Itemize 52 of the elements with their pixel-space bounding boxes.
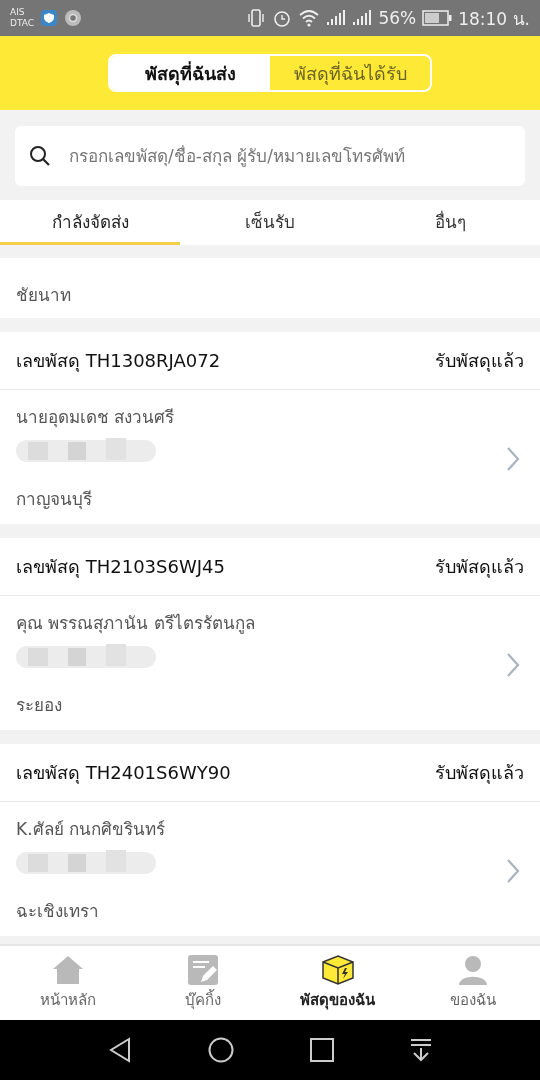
province-text: ฉะเชิงเทรา (16, 900, 100, 923)
nav-item[interactable]: บุ๊คกิ้ง (135, 946, 270, 1020)
alarm-icon (272, 8, 293, 28)
vibrate-icon (246, 8, 267, 28)
carrier-label: DTAC (10, 18, 34, 29)
parcel-card[interactable]: เลขพัสดุ TH1308RJA072 รับพัสดุแล้ว นายอุดมเดช สงวนศรี กาญจนบุรี (0, 332, 540, 524)
nav-item[interactable]: ของฉัน (405, 946, 540, 1020)
search-input[interactable]: กรอกเลขพัสดุ/ชื่อ-สกุล ผู้รับ/หมายเลขโทรศัพท์ (67, 145, 511, 167)
nav-item[interactable]: พัสดุของฉัน (270, 946, 405, 1020)
browser-icon (64, 9, 82, 27)
back-button[interactable] (108, 1037, 132, 1063)
recipient-name: K.ศัลย์ กนกศิขรินทร์ (16, 818, 166, 841)
search-field[interactable]: กรอกเลขพัสดุ/ชื่อ-สกุล ผู้รับ/หมายเลขโทรศัพท์ (15, 126, 525, 186)
tab[interactable]: กำลังจัดส่ง (0, 200, 180, 245)
recipient-name: คุณ พรรณสุภานัน ตรีไตรรัตนกูล (16, 612, 256, 636)
recipient-name: นายอุดมเดช สงวนศรี (16, 406, 176, 430)
tab[interactable]: เซ็นรับ (180, 200, 360, 245)
province-text: ชัยนาท (16, 284, 71, 307)
parcel-card[interactable]: เลขพัสดุ TH2103S6WJ45 รับพัสดุแล้ว คุณ พรรณสุภานัน ตรีไตรรัตนกูล ระยอง (0, 538, 540, 730)
battery-percent: 56% (378, 8, 417, 28)
edit-note-icon (186, 954, 219, 986)
recents-button[interactable] (310, 1038, 334, 1062)
signal-icon (326, 9, 347, 27)
wifi-icon (298, 9, 321, 27)
parcel-card[interactable]: ชัยนาท (0, 258, 540, 318)
person-icon (456, 954, 489, 986)
province-text: ระยอง (16, 694, 63, 717)
carrier-label: AIS (10, 7, 26, 18)
tab[interactable]: อื่นๆ (360, 200, 540, 245)
segment-tab[interactable]: พัสดุที่ฉันได้รับ (270, 56, 430, 90)
parcel-card[interactable]: เลขพัสดุ TH2401S6WY90 รับพัสดุแล้ว K.ศัลย์ กนกศิขรินทร์ ฉะเชิงเทรา (0, 744, 540, 936)
nav-item[interactable]: หน้าหลัก (0, 946, 135, 1020)
tracking-number: เลขพัสดุ TH2401S6WY90 (16, 761, 231, 786)
battery-icon (422, 10, 453, 26)
chevron-right-icon (506, 446, 520, 472)
clock-time: 18:10 น. (458, 7, 530, 31)
notifications-button[interactable] (410, 1038, 432, 1062)
tracking-number: เลขพัสดุ TH2103S6WJ45 (16, 555, 225, 580)
box-icon (320, 954, 355, 986)
province-text: กาญจนบุรี (16, 488, 93, 512)
signal-icon (352, 9, 373, 27)
segment-tab[interactable]: พัสดุที่ฉันส่ง (110, 56, 270, 90)
tracking-number: เลขพัสดุ TH1308RJA072 (16, 349, 221, 374)
chevron-right-icon (506, 652, 520, 678)
status-text: รับพัสดุแล้ว (435, 555, 524, 580)
status-text: รับพัสดุแล้ว (435, 349, 524, 374)
status-text: รับพัสดุแล้ว (435, 761, 524, 786)
shield-icon (40, 9, 58, 27)
home-icon (51, 954, 84, 986)
home-button[interactable] (208, 1037, 234, 1063)
chevron-right-icon (506, 858, 520, 884)
search-icon (29, 145, 51, 167)
